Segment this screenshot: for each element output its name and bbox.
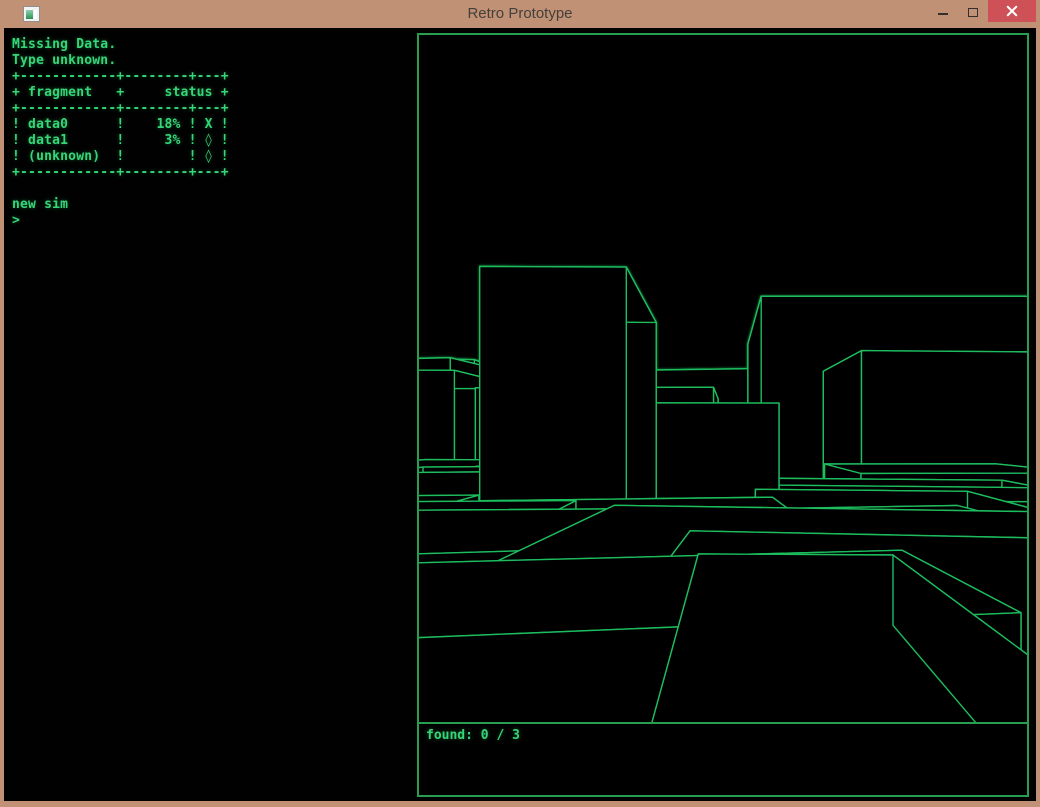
viewport-panel: found: 0 / 3 [417,33,1029,797]
client-area: Missing Data. Type unknown. +-----------… [4,28,1036,801]
console-line: Type unknown. [12,53,229,69]
found-status: found: 0 / 3 [426,728,520,744]
table-border: +------------+--------+---+ [12,69,229,85]
table-row: ! data0 ! 18% ! X ! [12,117,229,133]
maximize-icon [968,8,978,17]
console-blank-line [12,181,229,197]
titlebar[interactable]: Retro Prototype [0,0,1040,28]
new-sim-label[interactable]: new sim [12,197,229,213]
panel-divider [419,722,1027,724]
wireframe-city-canvas[interactable] [419,35,1027,722]
maximize-button[interactable] [958,0,988,22]
window-title: Retro Prototype [0,0,1040,28]
minimize-icon [938,13,948,15]
table-row: ! (unknown) ! ! ◊ ! [12,149,229,165]
table-border: +------------+--------+---+ [12,101,229,117]
console: Missing Data. Type unknown. +-----------… [12,37,229,229]
app-window: Retro Prototype Missing Data. Type unkno… [0,0,1040,807]
minimize-button[interactable] [928,0,958,22]
close-icon [1006,5,1018,17]
console-prompt[interactable]: > [12,213,229,229]
table-header: + fragment + status + [12,85,229,101]
window-controls [928,0,1036,22]
console-line: Missing Data. [12,37,229,53]
table-row: ! data1 ! 3% ! ◊ ! [12,133,229,149]
table-border: +------------+--------+---+ [12,165,229,181]
wireframe-viewport[interactable] [419,35,1027,722]
close-button[interactable] [988,0,1036,22]
